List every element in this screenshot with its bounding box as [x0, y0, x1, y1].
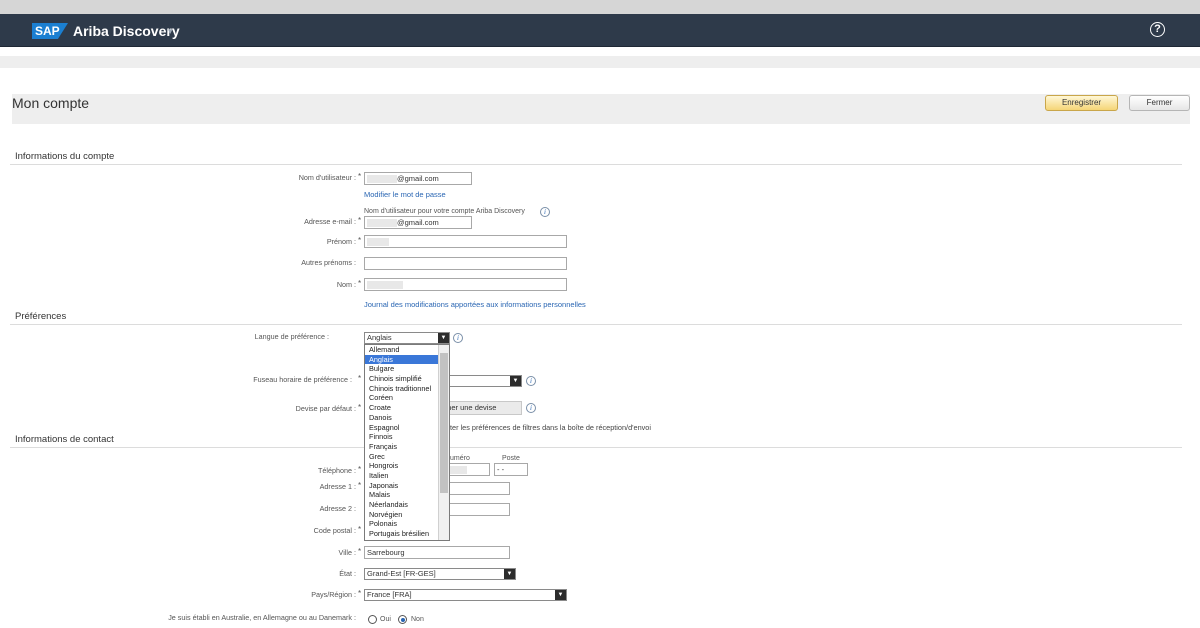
city-label: Ville : — [338, 548, 356, 557]
required-star: * — [358, 236, 362, 245]
page-title-bar — [12, 94, 1190, 124]
state-select[interactable]: Grand-Est [FR-GES] ▼ — [364, 568, 516, 580]
app-title[interactable]: Ariba Discovery — [73, 23, 180, 39]
yes-label: Oui — [380, 616, 391, 623]
change-password-link[interactable]: Modifier le mot de passe — [364, 190, 446, 199]
address2-label: Adresse 2 : — [319, 504, 356, 513]
language-option[interactable]: Malais — [365, 490, 449, 500]
chevron-down-icon[interactable]: ▼ — [510, 376, 521, 386]
language-option[interactable]: Chinois simplifié — [365, 374, 449, 384]
postal-code-label: Code postal : — [313, 526, 356, 535]
firstname-field[interactable] — [364, 235, 567, 248]
username-label: Nom d'utilisateur : — [298, 173, 356, 182]
currency-label: Devise par défaut : — [295, 404, 356, 413]
journal-link[interactable]: Journal des modifications apportées aux … — [364, 300, 586, 309]
language-option[interactable]: Bulgare — [365, 364, 449, 374]
language-option[interactable]: Italien — [365, 471, 449, 481]
country-select[interactable]: France [FRA] ▼ — [364, 589, 567, 601]
language-option[interactable]: Norvégien — [365, 510, 449, 520]
required-star: * — [358, 172, 362, 181]
timezone-label: Fuseau horaire de préférence : — [253, 375, 352, 384]
language-option[interactable]: Anglais — [365, 354, 449, 365]
address1-field[interactable]: n — [440, 482, 510, 495]
info-icon[interactable]: i — [526, 376, 536, 386]
dropdown-scrollbar[interactable] — [438, 345, 449, 540]
required-star: * — [358, 547, 362, 556]
address1-label: Adresse 1 : — [319, 482, 356, 491]
language-option[interactable]: Grec — [365, 452, 449, 462]
language-option[interactable]: Polonais — [365, 519, 449, 529]
save-button[interactable]: Enregistrer — [1045, 95, 1118, 111]
no-label: Non — [411, 616, 424, 623]
firstname-label: Prénom : — [326, 237, 356, 246]
close-button[interactable]: Fermer — [1129, 95, 1190, 111]
help-icon[interactable]: ? — [1150, 22, 1165, 37]
username-field[interactable]: @gmail.com — [364, 172, 472, 185]
language-option[interactable]: Japonais — [365, 481, 449, 491]
top-navigation-bar: SAP Ariba Discovery ▾ ? — [0, 14, 1200, 47]
info-icon[interactable]: i — [540, 207, 550, 217]
section-account-title: Informations du compte — [15, 151, 115, 162]
username-note: Nom d'utilisateur pour votre compte Arib… — [364, 208, 525, 215]
no-radio[interactable] — [398, 615, 407, 624]
language-option[interactable]: Portugais brésilien — [365, 529, 449, 539]
language-option[interactable]: Chinois traditionnel — [365, 384, 449, 394]
country-label: Pays/Région : — [311, 590, 356, 599]
language-option[interactable]: Espagnol — [365, 423, 449, 433]
numero-label: uméro — [450, 455, 470, 462]
required-star: * — [358, 403, 362, 412]
browser-strip — [0, 0, 1200, 14]
section-divider — [10, 324, 1182, 325]
chevron-down-icon[interactable]: ▼ — [555, 590, 566, 600]
yes-radio[interactable] — [368, 615, 377, 624]
scrollbar-thumb[interactable] — [440, 353, 448, 493]
language-option[interactable]: Néerlandais — [365, 500, 449, 510]
required-star: * — [358, 465, 362, 474]
required-star: * — [358, 216, 362, 225]
select-currency-button[interactable]: nner une devise — [440, 401, 522, 415]
required-star: * — [358, 374, 362, 383]
state-label: État : — [339, 569, 356, 578]
required-star: * — [358, 279, 362, 288]
language-label: Langue de préférence : — [254, 332, 329, 341]
chevron-down-icon[interactable]: ▾ — [168, 26, 173, 37]
info-icon[interactable]: i — [526, 403, 536, 413]
sap-logo: SAP — [32, 23, 68, 39]
chevron-down-icon[interactable]: ▼ — [504, 569, 515, 579]
established-label: Je suis établi en Australie, en Allemagn… — [168, 613, 356, 622]
section-preferences-title: Préférences — [15, 311, 67, 322]
language-option[interactable]: Croate — [365, 403, 449, 413]
email-label: Adresse e-mail : — [304, 217, 356, 226]
language-select[interactable]: Anglais ▼ — [364, 332, 450, 344]
sub-header-bar — [0, 56, 1200, 68]
page-title: Mon compte — [12, 95, 90, 111]
poste-label: Poste — [502, 455, 520, 462]
language-option[interactable]: Danois — [365, 413, 449, 423]
section-divider — [10, 164, 1182, 165]
phone-extension-field[interactable]: - - — [494, 463, 528, 476]
othernames-field[interactable] — [364, 257, 567, 270]
section-divider — [10, 447, 1182, 448]
phone-label: Téléphone : — [318, 466, 356, 475]
lastname-label: Nom : — [336, 280, 356, 289]
required-star: * — [358, 481, 362, 490]
required-star: * — [358, 589, 362, 598]
language-option[interactable]: Hongrois — [365, 461, 449, 471]
chevron-down-icon[interactable]: ▼ — [438, 333, 449, 343]
othernames-label: Autres prénoms : — [301, 258, 356, 267]
city-field[interactable]: Sarrebourg — [364, 546, 510, 559]
address2-field[interactable] — [440, 503, 510, 516]
section-contact-title: Informations de contact — [15, 434, 114, 445]
language-option[interactable]: Finnois — [365, 432, 449, 442]
filter-preferences-text: ter les préférences de filtres dans la b… — [450, 423, 651, 432]
info-icon[interactable]: i — [453, 333, 463, 343]
language-dropdown-list[interactable]: Allemand Anglais Bulgare Chinois simplifié C… — [364, 344, 450, 541]
email-field[interactable]: @gmail.com — [364, 216, 472, 229]
language-option[interactable]: Français — [365, 442, 449, 452]
lastname-field[interactable] — [364, 278, 567, 291]
required-star: * — [358, 525, 362, 534]
language-option[interactable]: Coréen — [365, 393, 449, 403]
language-option[interactable]: Allemand — [365, 345, 449, 355]
timezone-select[interactable]: ▼ — [440, 375, 522, 387]
